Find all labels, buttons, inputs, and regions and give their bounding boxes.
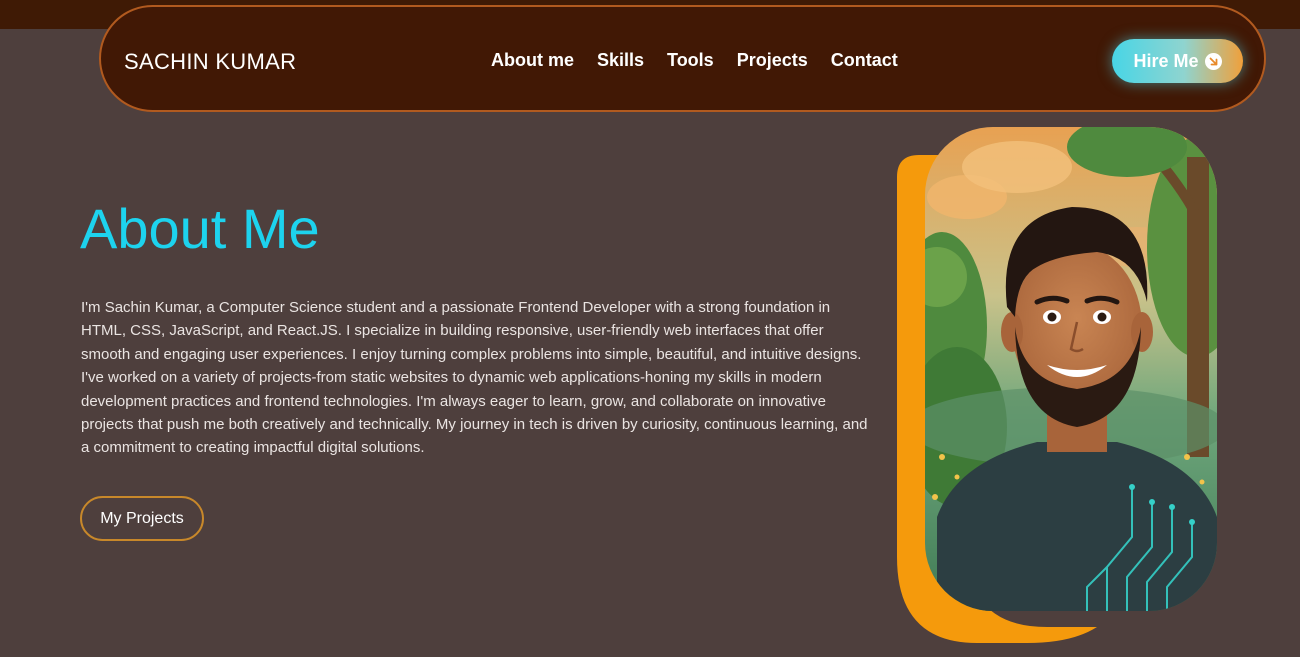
my-projects-button[interactable]: My Projects xyxy=(80,496,204,541)
profile-portrait-image xyxy=(897,127,1217,643)
nav-link-tools[interactable]: Tools xyxy=(667,50,714,71)
about-title: About Me xyxy=(80,197,320,260)
hire-me-label: Hire Me xyxy=(1133,50,1199,71)
nav-link-projects[interactable]: Projects xyxy=(737,50,808,71)
arrow-circle-icon xyxy=(1204,52,1222,70)
hire-me-button[interactable]: Hire Me xyxy=(1112,39,1243,83)
brand-name[interactable]: SACHIN KUMAR xyxy=(124,49,296,75)
portrait-card xyxy=(897,127,1219,643)
nav-link-about[interactable]: About me xyxy=(491,50,574,71)
nav-links: About me Skills Tools Projects Contact xyxy=(491,50,898,71)
navbar: SACHIN KUMAR About me Skills Tools Proje… xyxy=(99,5,1266,112)
nav-link-contact[interactable]: Contact xyxy=(831,50,898,71)
nav-link-skills[interactable]: Skills xyxy=(597,50,644,71)
about-description: I'm Sachin Kumar, a Computer Science stu… xyxy=(81,299,868,457)
